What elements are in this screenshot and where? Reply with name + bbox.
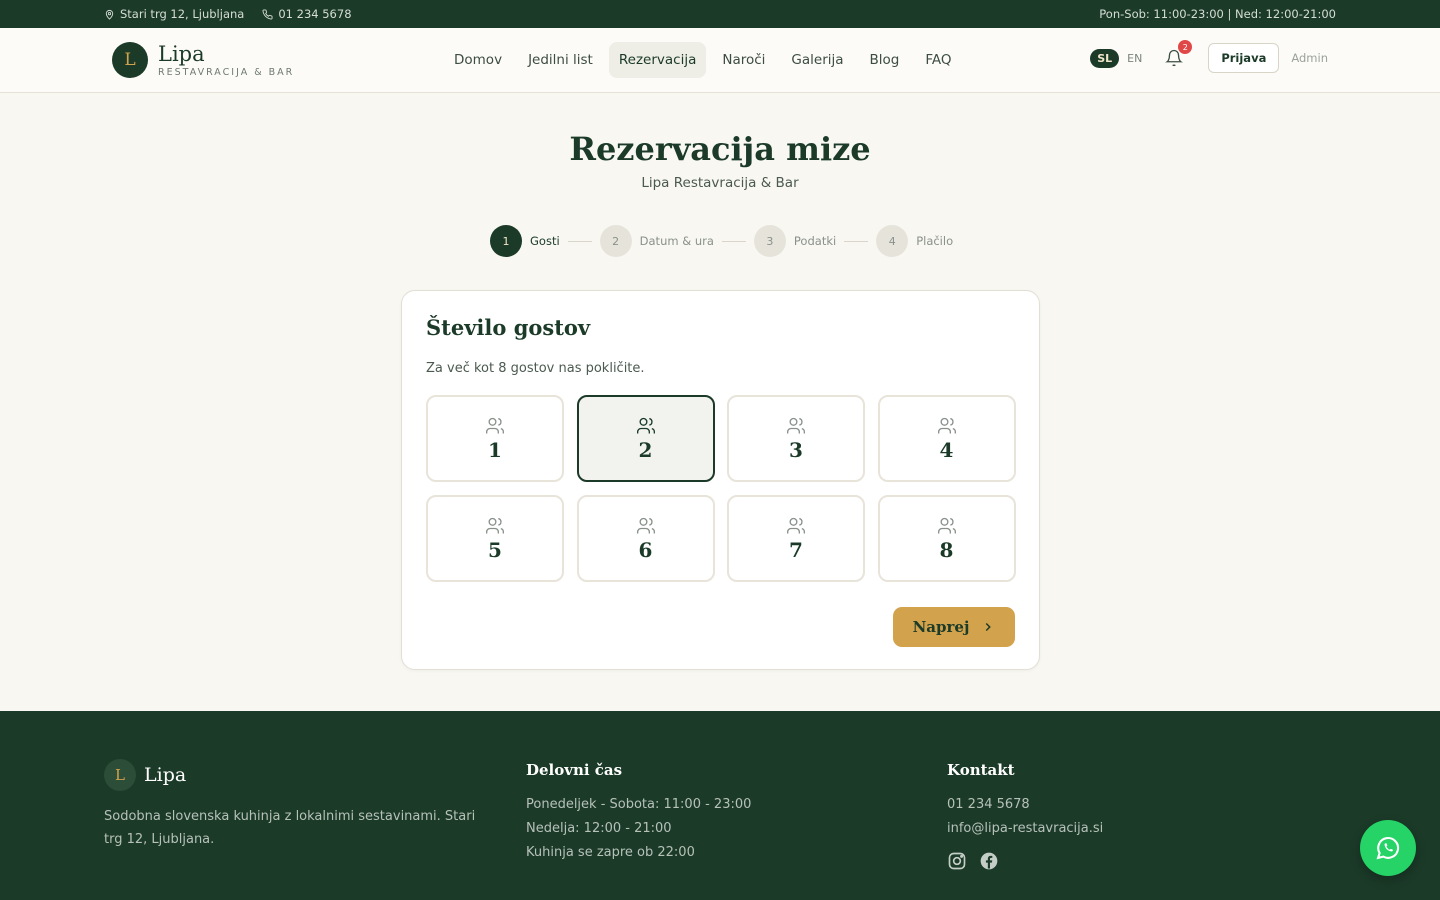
guest-option-number: 8 — [939, 537, 954, 562]
top-info-bar: Stari trg 12, Ljubljana 01 234 5678 Pon-… — [0, 0, 1440, 28]
nav-item-domov[interactable]: Domov — [444, 42, 512, 78]
admin-link[interactable]: Admin — [1291, 51, 1328, 65]
lang-sl-button[interactable]: SL — [1090, 48, 1120, 68]
footer-hours-line: Ponedeljek - Sobota: 11:00 - 23:00 — [526, 797, 752, 812]
guest-option-number: 3 — [789, 437, 803, 462]
step-number: 1 — [490, 225, 522, 257]
footer-hours-column: Delovni čas Ponedeljek - Sobota: 11:00 -… — [526, 761, 751, 865]
step-number: 2 — [599, 225, 632, 257]
footer-contact-column: Kontakt 01 234 5678 info@lipa-restavraci… — [947, 761, 1103, 871]
site-footer: L Lipa Sodobna slovenska kuhinja z lokal… — [0, 711, 1440, 900]
step-number: 4 — [876, 225, 909, 257]
footer-logo[interactable]: L Lipa — [104, 759, 504, 791]
users-icon — [787, 417, 806, 433]
whatsapp-icon — [1376, 836, 1400, 860]
step-gosti: 1 Gosti — [490, 225, 560, 257]
nav-item-naroci[interactable]: Naroči — [712, 42, 775, 78]
users-icon — [937, 517, 956, 533]
step-label: Podatki — [793, 234, 837, 248]
users-icon — [636, 417, 655, 433]
step-divider — [721, 240, 746, 242]
guest-option-1[interactable]: 1 — [426, 395, 564, 482]
footer-hours-line: Nedelja: 12:00 - 21:00 — [526, 821, 672, 836]
step-placilo: 4 Plačilo — [876, 225, 953, 257]
address-info: Stari trg 12, Ljubljana — [104, 7, 244, 21]
address-text: Stari trg 12, Ljubljana — [120, 7, 245, 21]
step-label: Plačilo — [916, 234, 954, 248]
nav-item-rezervacija[interactable]: Rezervacija — [608, 42, 707, 78]
users-icon — [486, 517, 505, 533]
footer-email-link[interactable]: info@lipa-restavracija.si — [947, 817, 1103, 841]
phone-info[interactable]: 01 234 5678 — [262, 7, 352, 21]
footer-brand-name: Lipa — [144, 764, 187, 786]
footer-hours-title: Delovni čas — [526, 761, 623, 779]
footer-phone-link[interactable]: 01 234 5678 — [947, 793, 1103, 817]
guest-option-7[interactable]: 7 — [727, 495, 865, 582]
guest-option-number: 7 — [789, 537, 803, 562]
brand-logo[interactable]: L Lipa RESTAVRACIJA & BAR — [112, 42, 294, 78]
page-subtitle: Lipa Restavracija & Bar — [641, 175, 799, 191]
next-button-label: Naprej — [912, 618, 970, 636]
guest-option-number: 1 — [488, 437, 502, 462]
users-icon — [486, 417, 505, 433]
notification-count-badge: 2 — [1178, 40, 1193, 54]
guest-count-card: Število gostov Za več kot 8 gostov nas p… — [401, 290, 1040, 670]
users-icon — [787, 517, 806, 533]
notifications-button[interactable]: 2 — [1162, 40, 1193, 70]
step-podatki: 3 Podatki — [753, 225, 837, 257]
facebook-icon[interactable] — [979, 851, 999, 871]
page-title: Rezervacija mize — [569, 130, 871, 168]
users-icon — [636, 517, 655, 533]
card-title: Število gostov — [426, 315, 591, 340]
step-number: 3 — [753, 225, 786, 257]
instagram-icon[interactable] — [947, 851, 967, 871]
logo-badge: L — [112, 42, 148, 78]
language-switcher: SL EN — [1090, 48, 1146, 68]
lang-en-button[interactable]: EN — [1123, 49, 1146, 68]
nav-item-blog[interactable]: Blog — [860, 42, 910, 78]
reservation-stepper: 1 Gosti 2 Datum & ura 3 Podatki 4 Plačil… — [490, 225, 953, 257]
brand-name: Lipa — [158, 41, 205, 66]
guest-option-6[interactable]: 6 — [576, 495, 715, 582]
step-label: Gosti — [530, 234, 560, 248]
nav-item-galerija[interactable]: Galerija — [781, 42, 853, 78]
login-button[interactable]: Prijava — [1208, 43, 1280, 73]
footer-contact-title: Kontakt — [947, 761, 1015, 779]
nav-item-jedilni-list[interactable]: Jedilni list — [518, 42, 603, 78]
phone-icon — [262, 8, 273, 19]
guest-option-5[interactable]: 5 — [426, 495, 564, 582]
social-links — [947, 851, 1103, 871]
nav-menu: Domov Jedilni list Rezervacija Naroči Ga… — [444, 42, 962, 78]
guest-option-number: 4 — [939, 437, 954, 462]
next-button[interactable]: Naprej — [893, 607, 1015, 647]
footer-logo-badge: L — [104, 759, 136, 791]
guest-option-number: 5 — [488, 537, 502, 562]
users-icon — [937, 417, 956, 433]
footer-hours-line: Kuhinja se zapre ob 22:00 — [526, 845, 695, 860]
guest-option-number: 6 — [638, 537, 653, 562]
guest-option-number: 2 — [638, 437, 653, 462]
brand-subtitle: RESTAVRACIJA & BAR — [158, 66, 295, 78]
phone-text: 01 234 5678 — [278, 7, 352, 21]
step-divider — [844, 240, 869, 242]
guest-option-2[interactable]: 2 — [576, 395, 715, 482]
step-datum-ura: 2 Datum & ura — [599, 225, 714, 257]
guest-option-4[interactable]: 4 — [877, 395, 1016, 482]
guest-option-3[interactable]: 3 — [727, 395, 865, 482]
guest-options-grid: 1 2 3 4 5 6 7 8 — [426, 395, 1016, 582]
guest-option-8[interactable]: 8 — [877, 495, 1016, 582]
step-label: Datum & ura — [639, 234, 714, 248]
whatsapp-button[interactable] — [1360, 820, 1416, 876]
footer-description: Sodobna slovenska kuhinja z lokalnimi se… — [104, 809, 476, 847]
chevron-right-icon — [986, 622, 992, 632]
map-pin-icon — [105, 9, 114, 20]
nav-item-faq[interactable]: FAQ — [915, 42, 961, 78]
opening-hours: Pon-Sob: 11:00-23:00 | Ned: 12:00-21:00 — [1099, 7, 1336, 21]
card-hint: Za več kot 8 gostov nas pokličite. — [426, 361, 645, 376]
step-divider — [567, 240, 592, 242]
main-navigation: L Lipa RESTAVRACIJA & BAR Domov Jedilni … — [0, 28, 1440, 93]
